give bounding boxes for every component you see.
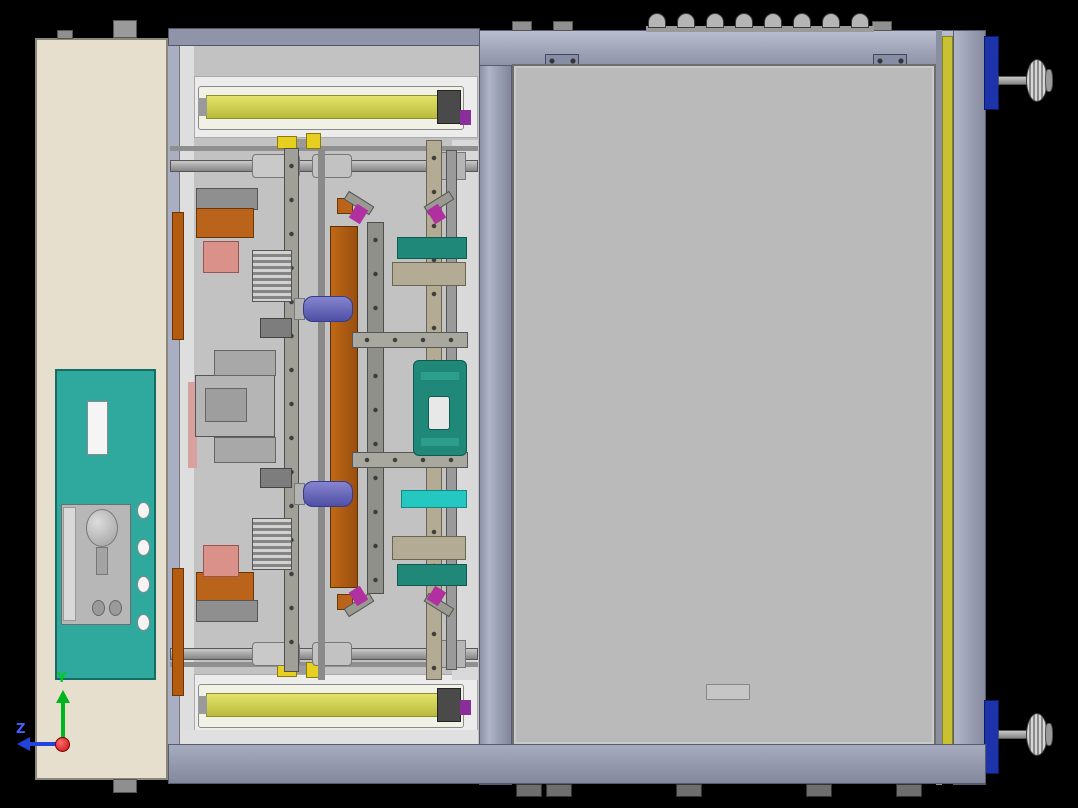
khaki-plate <box>392 262 466 286</box>
light-curtain-top-nub <box>198 98 207 116</box>
subpanel-button <box>92 600 105 616</box>
copper-block <box>196 208 254 238</box>
subpanel-stem <box>96 547 108 575</box>
frame-top-tab <box>553 21 573 31</box>
center-frame-column <box>479 30 512 785</box>
indicator-light <box>137 539 150 556</box>
foot-pad <box>516 784 542 797</box>
gearbox-cap <box>214 350 276 376</box>
leveling-foot-cap <box>1045 723 1053 746</box>
cable-clip <box>706 13 724 28</box>
light-curtain-top-bar <box>206 95 438 119</box>
cad-viewport[interactable]: Y Z <box>0 0 1078 808</box>
blue-corner-block-bottom <box>984 700 999 774</box>
cable-clip <box>793 13 811 28</box>
cable-clip <box>735 13 753 28</box>
subpanel-button <box>109 600 122 616</box>
door-plate-label <box>706 684 750 700</box>
subpanel-slider <box>63 507 76 621</box>
panel-top-bracket <box>113 20 137 38</box>
leveling-foot-shaft <box>998 730 1028 739</box>
crossbar <box>352 332 468 348</box>
light-curtain-top-connector <box>460 110 471 125</box>
hmi-slot <box>87 401 108 455</box>
panel-bottom-tab <box>113 779 137 793</box>
light-curtain-bottom-nub <box>198 696 207 714</box>
foot-pad <box>896 784 922 797</box>
cable-clip <box>677 13 695 28</box>
clamp-block <box>260 318 292 338</box>
blue-corner-block-top <box>984 36 999 110</box>
cable-clip <box>851 13 869 28</box>
frame-top-tab <box>872 21 892 31</box>
foot-pad <box>546 784 572 797</box>
teal-fixture-slot <box>428 396 450 430</box>
light-curtain-bottom-connector <box>460 700 471 715</box>
cyan-bar <box>401 490 467 508</box>
valve-fitting <box>306 133 321 149</box>
light-curtain-bottom-endcap <box>437 688 461 722</box>
z-axis-label: Z <box>16 722 26 737</box>
x-axis-origin-dot[interactable] <box>55 737 70 752</box>
teal-fixture-rib <box>421 438 459 446</box>
subpanel-knob <box>86 509 118 547</box>
bottom-frame-rail <box>168 744 986 784</box>
teal-bracket-bottom <box>397 564 467 586</box>
ribbed-cylinder <box>252 250 292 302</box>
vertical-rail-left <box>284 148 299 672</box>
door-plate <box>512 64 936 746</box>
teal-bracket-top <box>397 237 467 259</box>
foot-pad <box>676 784 702 797</box>
cable-clip <box>822 13 840 28</box>
frame-top-tab <box>512 21 532 31</box>
copper-strip <box>172 212 184 340</box>
pink-bearing-block <box>203 241 239 273</box>
z-axis-arrow-icon[interactable] <box>17 737 30 751</box>
mount-block <box>196 600 258 622</box>
indicator-light <box>137 614 150 631</box>
copper-column <box>330 226 358 588</box>
purple-actuator <box>303 481 353 507</box>
gearbox-inner <box>205 388 247 422</box>
valve-nut <box>297 139 306 147</box>
leveling-foot-cap <box>1045 69 1053 92</box>
mechanism-top-frame <box>168 28 480 46</box>
mount-block <box>196 188 258 210</box>
clamp-block <box>260 468 292 488</box>
y-axis-label: Y <box>57 671 67 686</box>
y-axis-arrow-icon[interactable] <box>56 690 70 703</box>
cable-clip <box>648 13 666 28</box>
bottom-white-strip <box>182 730 478 744</box>
copper-strip <box>172 568 184 696</box>
right-frame-rail <box>953 30 986 785</box>
gearbox-cap <box>214 437 276 463</box>
leveling-foot-shaft <box>998 76 1028 85</box>
khaki-plate <box>392 536 466 560</box>
cable-clip <box>764 13 782 28</box>
panel-top-tab <box>57 30 73 39</box>
light-curtain-top-endcap <box>437 90 461 124</box>
vertical-rail-mid <box>367 222 384 594</box>
ribbed-cylinder <box>252 518 292 570</box>
teal-fixture-rib <box>421 372 459 380</box>
light-curtain-bottom-bar <box>206 693 438 717</box>
yellow-edge-strip <box>942 36 953 770</box>
vertical-rod-thin <box>318 150 325 680</box>
foot-pad <box>806 784 832 797</box>
purple-actuator <box>303 296 353 322</box>
indicator-light <box>137 502 150 519</box>
indicator-light <box>137 576 150 593</box>
pink-bearing-block <box>203 545 239 577</box>
